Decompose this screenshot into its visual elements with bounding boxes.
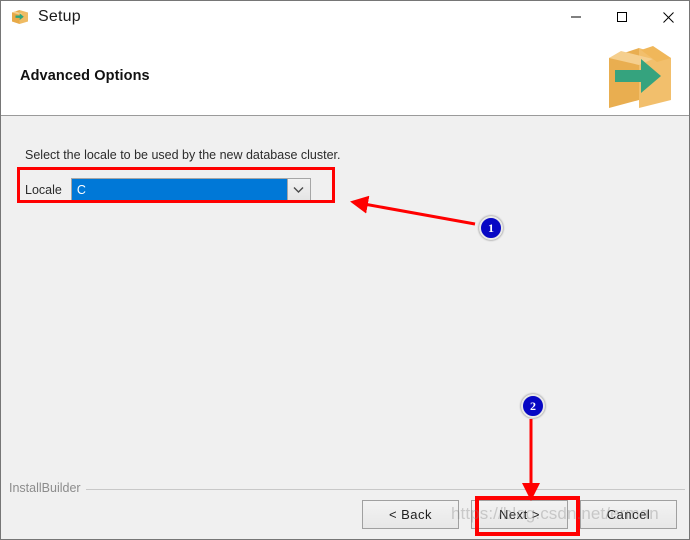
- installer-box-icon: [11, 8, 29, 26]
- highlight-locale-row: [17, 167, 335, 203]
- minimize-button[interactable]: [553, 1, 599, 33]
- page-title: Advanced Options: [20, 68, 150, 84]
- footer-divider: [9, 489, 685, 490]
- window-title: Setup: [38, 8, 81, 25]
- title-bar-left: Setup: [1, 1, 553, 33]
- step-badge-1: 1: [479, 216, 503, 240]
- installbuilder-box-arrow-logo: [599, 38, 679, 112]
- step-badge-2: 2: [521, 394, 545, 418]
- back-button[interactable]: < Back: [362, 500, 459, 529]
- page-body: Select the locale to be used by the new …: [1, 116, 689, 478]
- close-button[interactable]: [645, 1, 689, 33]
- maximize-button[interactable]: [599, 1, 645, 33]
- setup-window: Setup Advanced Options Select the locale…: [0, 0, 690, 540]
- locale-prompt-label: Select the locale to be used by the new …: [25, 148, 341, 162]
- title-bar: Setup: [1, 1, 689, 33]
- installbuilder-brand-label: InstallBuilder: [9, 481, 86, 495]
- page-header: Advanced Options: [1, 33, 689, 116]
- watermark-text: https://blog.csdn.net/erman: [451, 504, 659, 523]
